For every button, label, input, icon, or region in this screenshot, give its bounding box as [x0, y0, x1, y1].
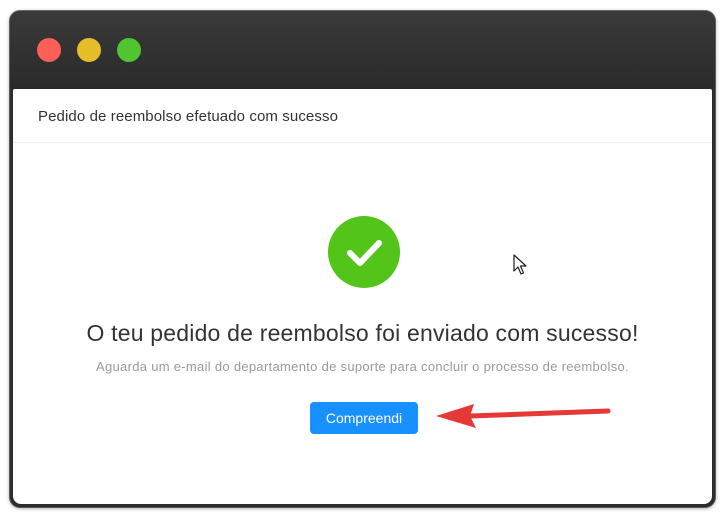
minimize-window-button[interactable] — [77, 38, 101, 62]
red-arrow-icon — [436, 404, 611, 428]
success-dialog: Pedido de reembolso efetuado com sucesso… — [13, 89, 712, 504]
success-submessage: Aguarda um e-mail do departamento de sup… — [96, 359, 629, 374]
compreendi-button[interactable]: Compreendi — [310, 402, 418, 434]
success-message: O teu pedido de reembolso foi enviado co… — [86, 320, 639, 346]
dialog-title: Pedido de reembolso efetuado com sucesso — [38, 108, 339, 125]
dialog-header: Pedido de reembolso efetuado com sucesso — [13, 89, 712, 143]
title-bar — [10, 11, 715, 89]
zoom-window-button[interactable] — [117, 38, 141, 62]
app-window: Pedido de reembolso efetuado com sucesso… — [10, 11, 715, 507]
mouse-cursor-icon — [513, 254, 527, 275]
close-window-button[interactable] — [37, 38, 61, 62]
check-circle-icon — [328, 216, 400, 288]
